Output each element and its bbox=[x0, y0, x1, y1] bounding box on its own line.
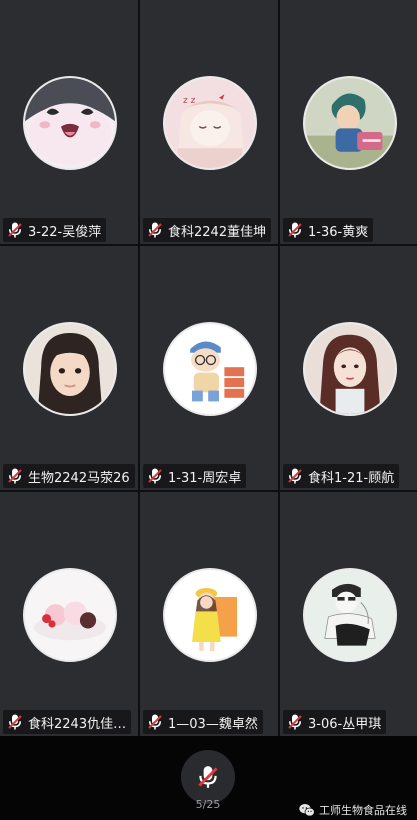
mic-muted-icon bbox=[8, 222, 22, 238]
participant-name: 1—03—魏卓然 bbox=[168, 716, 258, 732]
girl-photo-avatar bbox=[23, 322, 117, 416]
mic-muted-icon bbox=[198, 766, 218, 788]
participant-name-tag: 1-31-周宏卓 bbox=[143, 464, 247, 488]
channel-watermark: 工师生物食品在线 bbox=[299, 802, 407, 818]
participant-name-tag: 3-06-丛甲琪 bbox=[283, 710, 387, 734]
mic-muted-icon bbox=[148, 714, 162, 730]
mic-muted-icon bbox=[8, 714, 22, 730]
illustrated-woman-avatar bbox=[302, 322, 397, 416]
svg-text:z z: z z bbox=[183, 96, 196, 106]
anime-girl-sleeping-avatar: z z bbox=[163, 76, 257, 170]
participant-name: 生物2242马荥26 bbox=[28, 470, 130, 486]
mic-muted-icon bbox=[288, 222, 302, 238]
participant-name-tag: 3-22-吴俊萍 bbox=[3, 218, 107, 242]
participant-name-tag: 生物2242马荥26 bbox=[3, 464, 135, 488]
participant-name: 食科2243仇佳… bbox=[28, 716, 127, 732]
mic-muted-icon bbox=[148, 468, 162, 484]
participant-name-tag: 1—03—魏卓然 bbox=[143, 710, 263, 734]
participant-name: 1-36-黄爽 bbox=[308, 224, 369, 240]
cartoon-girl-yellow-avatar bbox=[163, 568, 257, 662]
mic-muted-icon bbox=[288, 468, 302, 484]
anime-boy-avatar bbox=[302, 76, 397, 170]
bottom-control-bar: 5/25 工师生物食品在线 bbox=[0, 736, 417, 820]
participant-name: 食科2242董佳坤 bbox=[168, 224, 267, 240]
wechat-icon bbox=[299, 804, 315, 817]
page-indicator: 5/25 bbox=[195, 798, 221, 811]
participant-tile[interactable]: 生物2242马荥26 bbox=[0, 246, 138, 490]
mic-muted-icon bbox=[8, 468, 22, 484]
sketch-couple-avatar bbox=[302, 568, 397, 662]
participant-tile[interactable]: 1-36-黄爽 bbox=[280, 0, 417, 244]
participant-name: 1-31-周宏卓 bbox=[168, 470, 242, 486]
participant-tile[interactable]: 3-06-丛甲琪 bbox=[280, 492, 417, 736]
participant-name-tag: 1-36-黄爽 bbox=[283, 218, 374, 242]
participant-name: 3-06-丛甲琪 bbox=[308, 716, 382, 732]
participant-tile[interactable]: 食科1-21-顾航 bbox=[280, 246, 417, 490]
participant-grid: 3-22-吴俊萍 z z 食科2242董佳坤 1-36-黄爽 生物2242马荥2… bbox=[0, 0, 417, 736]
participant-tile[interactable]: 食科2243仇佳… bbox=[0, 492, 138, 736]
cartoon-boy-cap-avatar bbox=[163, 322, 257, 416]
participant-name-tag: 食科2242董佳坤 bbox=[143, 218, 272, 242]
participant-name: 3-22-吴俊萍 bbox=[28, 224, 102, 240]
cartoon-hamster-avatar bbox=[23, 76, 117, 170]
participant-name-tag: 食科2243仇佳… bbox=[3, 710, 132, 734]
watermark-text: 工师生物食品在线 bbox=[319, 804, 407, 817]
participant-name: 食科1-21-顾航 bbox=[308, 470, 395, 486]
participant-tile[interactable]: 3-22-吴俊萍 bbox=[0, 0, 138, 244]
dessert-plate-avatar bbox=[23, 568, 117, 662]
participant-name-tag: 食科1-21-顾航 bbox=[283, 464, 400, 488]
participant-tile[interactable]: 1-31-周宏卓 bbox=[140, 246, 278, 490]
mic-muted-icon bbox=[288, 714, 302, 730]
participant-tile[interactable]: z z 食科2242董佳坤 bbox=[140, 0, 278, 244]
mute-toggle-button[interactable] bbox=[181, 750, 235, 804]
mic-muted-icon bbox=[148, 222, 162, 238]
participant-tile[interactable]: 1—03—魏卓然 bbox=[140, 492, 278, 736]
